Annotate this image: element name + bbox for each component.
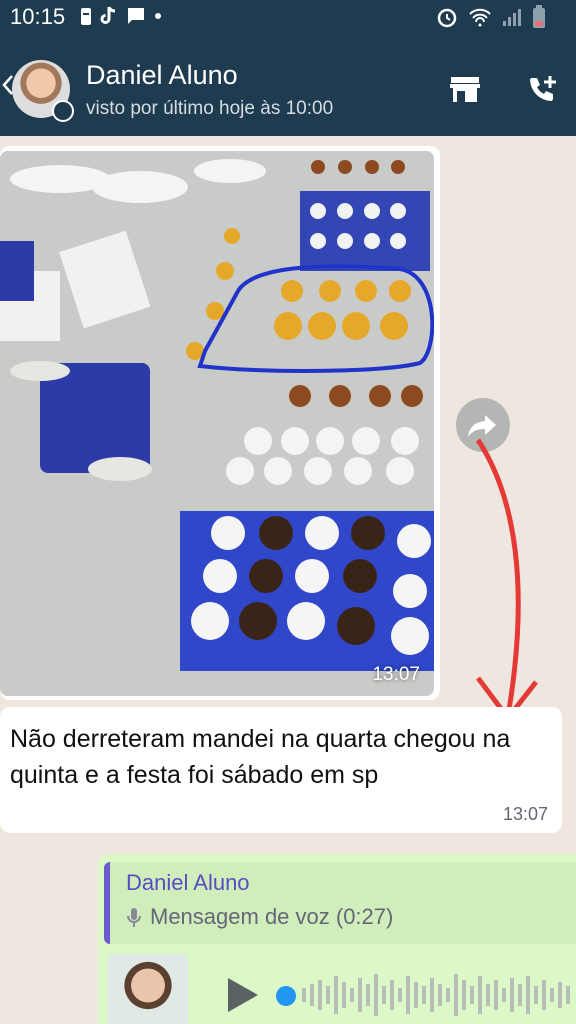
status-left-icons: [80, 6, 162, 26]
quoted-voice-message: Mensagem de voz (0:27): [150, 904, 394, 929]
signal-icon: [503, 9, 521, 26]
battery-saver-icon: [81, 8, 91, 25]
voice-sender-avatar: [108, 954, 188, 1024]
last-seen-status: visto por último hoje às 10:00: [86, 98, 334, 119]
contact-name[interactable]: Daniel Aluno: [86, 60, 238, 91]
message-text: Não derreteram mandei na quarta chegou n…: [10, 725, 511, 789]
contact-avatar[interactable]: [12, 60, 74, 122]
dessert-table-photo[interactable]: 13:07: [0, 151, 434, 696]
status-bar: 10:15: [0, 0, 576, 36]
mic-icon: [127, 908, 141, 927]
avatar-status-badge: [52, 100, 74, 122]
alarm-icon: [437, 8, 457, 28]
chat-bubble-icon: [128, 8, 144, 24]
dot-icon: [155, 13, 161, 19]
voice-waveform[interactable]: [302, 966, 572, 1024]
wifi-icon: [469, 8, 491, 27]
add-call-icon[interactable]: [526, 74, 560, 104]
chat-area[interactable]: 13:07 Não derreteram mandei na quarta ch…: [0, 136, 576, 1024]
tiktok-icon: [100, 6, 116, 24]
store-icon[interactable]: [448, 74, 482, 104]
image-timestamp: 13:07: [372, 664, 420, 685]
photo-illustration: [0, 151, 434, 696]
battery-icon: [533, 5, 545, 28]
text-message-bubble[interactable]: Não derreteram mandei na quarta chegou n…: [0, 707, 562, 833]
play-icon[interactable]: [226, 976, 260, 1014]
quoted-sender-name: Daniel Aluno: [126, 870, 250, 895]
status-right-icons: [436, 5, 546, 29]
quoted-message[interactable]: Daniel Aluno Mensagem de voz (0:27): [104, 862, 576, 944]
image-message-bubble[interactable]: 13:07: [0, 146, 440, 700]
voice-seek-handle[interactable]: [276, 986, 296, 1006]
chat-header: Daniel Aluno visto por último hoje às 10…: [0, 36, 576, 136]
red-annotation-arrow: [475, 438, 538, 721]
message-timestamp: 13:07: [502, 804, 548, 824]
status-time: 10:15: [10, 4, 66, 29]
outgoing-reply-bubble[interactable]: Daniel Aluno Mensagem de voz (0:27): [98, 854, 576, 1024]
